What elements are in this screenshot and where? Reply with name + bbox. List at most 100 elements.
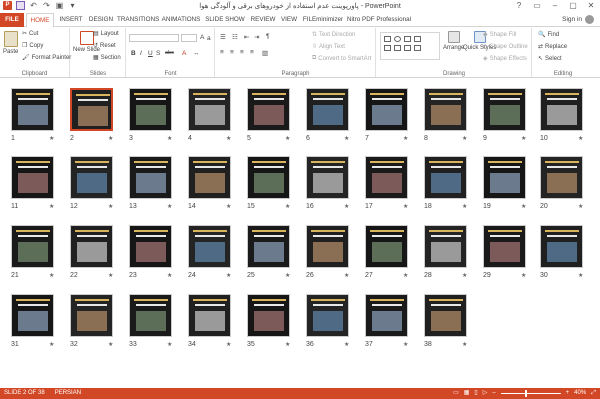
transition-star-icon[interactable]: ★ xyxy=(285,135,290,142)
slide-thumbnail[interactable]: 9 ★ xyxy=(483,88,526,142)
slide-thumbnail[interactable]: 35 ★ xyxy=(247,294,290,348)
format-painter-button[interactable]: 🖌 Format Painter xyxy=(22,54,71,62)
grow-font-icon[interactable]: A xyxy=(200,34,204,41)
shape-outline-button[interactable]: ◇ Shape Outline xyxy=(483,43,528,51)
slide-thumbnail[interactable]: 13 ★ xyxy=(129,156,172,210)
shadow-button[interactable]: S xyxy=(156,50,160,57)
slide-thumbnail[interactable]: 34 ★ xyxy=(188,294,231,348)
transition-star-icon[interactable]: ★ xyxy=(344,203,349,210)
shape-textbox-icon[interactable] xyxy=(394,45,401,51)
slide-thumbnail[interactable]: 18 ★ xyxy=(424,156,467,210)
transition-star-icon[interactable]: ★ xyxy=(462,272,467,279)
zoom-out-icon[interactable]: – xyxy=(492,388,495,399)
rtl-icon[interactable]: ¶ xyxy=(266,33,270,40)
shrink-font-icon[interactable]: a xyxy=(207,35,211,42)
decrease-indent-icon[interactable]: ⇤ xyxy=(244,33,249,41)
transition-star-icon[interactable]: ★ xyxy=(167,203,172,210)
slide-thumbnail[interactable]: 22 ★ xyxy=(70,225,113,279)
slide-thumbnail[interactable]: 15 ★ xyxy=(247,156,290,210)
tab-transitions[interactable]: TRANSITIONS xyxy=(117,13,159,27)
reset-button[interactable]: ↺ Reset xyxy=(93,42,116,50)
zoom-slider-thumb[interactable] xyxy=(524,390,527,397)
tab-animations[interactable]: ANIMATIONS xyxy=(161,13,201,27)
transition-star-icon[interactable]: ★ xyxy=(578,203,583,210)
shape-rect-icon[interactable] xyxy=(384,36,391,42)
slide-thumbnail[interactable]: 16 ★ xyxy=(306,156,349,210)
transition-star-icon[interactable]: ★ xyxy=(226,135,231,142)
slide-thumbnail[interactable]: 37 ★ xyxy=(365,294,408,348)
shape-arrow-icon[interactable] xyxy=(414,36,421,42)
slide-thumbnail[interactable]: 11 ★ xyxy=(11,156,54,210)
shape-line-icon[interactable] xyxy=(404,36,411,42)
help-icon[interactable]: ? xyxy=(510,0,528,12)
text-direction-button[interactable]: ⇅ Text Direction xyxy=(312,31,355,39)
shapes-gallery[interactable] xyxy=(380,32,440,60)
slide-thumbnail[interactable]: 17 ★ xyxy=(365,156,408,210)
slide-thumbnail[interactable]: 30 ★ xyxy=(540,225,583,279)
transition-star-icon[interactable]: ★ xyxy=(521,203,526,210)
strikethrough-button[interactable]: abc xyxy=(165,50,174,56)
numbering-icon[interactable]: ☷ xyxy=(232,33,238,41)
slide-thumbnail[interactable]: 6 ★ xyxy=(306,88,349,142)
slide-thumbnail[interactable]: 20 ★ xyxy=(540,156,583,210)
align-text-button[interactable]: ⇳ Align Text xyxy=(312,43,345,51)
sign-in[interactable]: Sign in xyxy=(562,15,594,24)
arrange-button[interactable]: Arrange xyxy=(443,31,464,51)
font-color-icon[interactable]: A xyxy=(182,50,186,57)
transition-star-icon[interactable]: ★ xyxy=(108,203,113,210)
transition-star-icon[interactable]: ★ xyxy=(462,203,467,210)
bullets-icon[interactable]: ☰ xyxy=(220,33,226,41)
align-center-icon[interactable]: ≡ xyxy=(230,49,234,56)
select-button[interactable]: ↖ Select xyxy=(538,55,562,63)
slide-sorter-view-icon[interactable]: ▦ xyxy=(464,388,470,399)
transition-star-icon[interactable]: ★ xyxy=(49,272,54,279)
slide-thumbnail[interactable]: 5 ★ xyxy=(247,88,290,142)
replace-button[interactable]: ⇄ Replace xyxy=(538,43,567,51)
transition-star-icon[interactable]: ★ xyxy=(285,272,290,279)
transition-star-icon[interactable]: ★ xyxy=(285,341,290,348)
transition-star-icon[interactable]: ★ xyxy=(167,341,172,348)
shape-oval-icon[interactable] xyxy=(394,36,401,42)
transition-star-icon[interactable]: ★ xyxy=(285,203,290,210)
normal-view-icon[interactable]: ▭ xyxy=(453,388,459,399)
slide-thumbnail[interactable]: 28 ★ xyxy=(424,225,467,279)
slide-thumbnail[interactable]: 29 ★ xyxy=(483,225,526,279)
transition-star-icon[interactable]: ★ xyxy=(49,341,54,348)
shape-triangle-icon[interactable] xyxy=(384,45,391,51)
transition-star-icon[interactable]: ★ xyxy=(49,203,54,210)
tab-view[interactable]: VIEW xyxy=(279,13,299,27)
close-icon[interactable]: ✕ xyxy=(582,0,600,12)
tab-fileminimizer[interactable]: FILEminimizer xyxy=(302,13,344,27)
transition-star-icon[interactable]: ★ xyxy=(49,135,54,142)
slide-count-status[interactable]: SLIDE 2 OF 38 xyxy=(4,388,45,399)
shape-fill-button[interactable]: ◆ Shape Fill xyxy=(483,31,516,39)
slide-thumbnail[interactable]: 10 ★ xyxy=(540,88,583,142)
transition-star-icon[interactable]: ★ xyxy=(403,272,408,279)
slide-thumbnail[interactable]: 38 ★ xyxy=(424,294,467,348)
slide-thumbnail[interactable]: 12 ★ xyxy=(70,156,113,210)
find-button[interactable]: 🔍 Find xyxy=(538,31,559,39)
slide-thumbnail[interactable]: 32 ★ xyxy=(70,294,113,348)
tab-review[interactable]: REVIEW xyxy=(249,13,277,27)
transition-star-icon[interactable]: ★ xyxy=(521,272,526,279)
copy-button[interactable]: ❐ Copy xyxy=(22,42,43,50)
transition-star-icon[interactable]: ★ xyxy=(462,341,467,348)
slide-thumbnail[interactable]: 8 ★ xyxy=(424,88,467,142)
tab-slide-show[interactable]: SLIDE SHOW xyxy=(205,13,245,27)
slide-thumbnail[interactable]: 3 ★ xyxy=(129,88,172,142)
minimize-icon[interactable]: – xyxy=(546,0,564,12)
slide-thumbnail[interactable]: 33 ★ xyxy=(129,294,172,348)
transition-star-icon[interactable]: ★ xyxy=(226,341,231,348)
tab-file[interactable]: FILE xyxy=(0,13,24,27)
zoom-level[interactable]: 40% xyxy=(574,388,586,399)
zoom-in-icon[interactable]: + xyxy=(566,388,570,399)
slide-thumbnail[interactable]: 24 ★ xyxy=(188,225,231,279)
transition-star-icon[interactable]: ★ xyxy=(344,341,349,348)
transition-star-icon[interactable]: ★ xyxy=(578,272,583,279)
fit-to-window-icon[interactable]: ⤢ xyxy=(591,388,596,399)
tab-nitro-pdf[interactable]: Nitro PDF Professional xyxy=(346,13,412,27)
shape-brace-icon[interactable] xyxy=(414,45,421,51)
transition-star-icon[interactable]: ★ xyxy=(167,272,172,279)
transition-star-icon[interactable]: ★ xyxy=(226,203,231,210)
maximize-icon[interactable]: ▢ xyxy=(564,0,582,12)
